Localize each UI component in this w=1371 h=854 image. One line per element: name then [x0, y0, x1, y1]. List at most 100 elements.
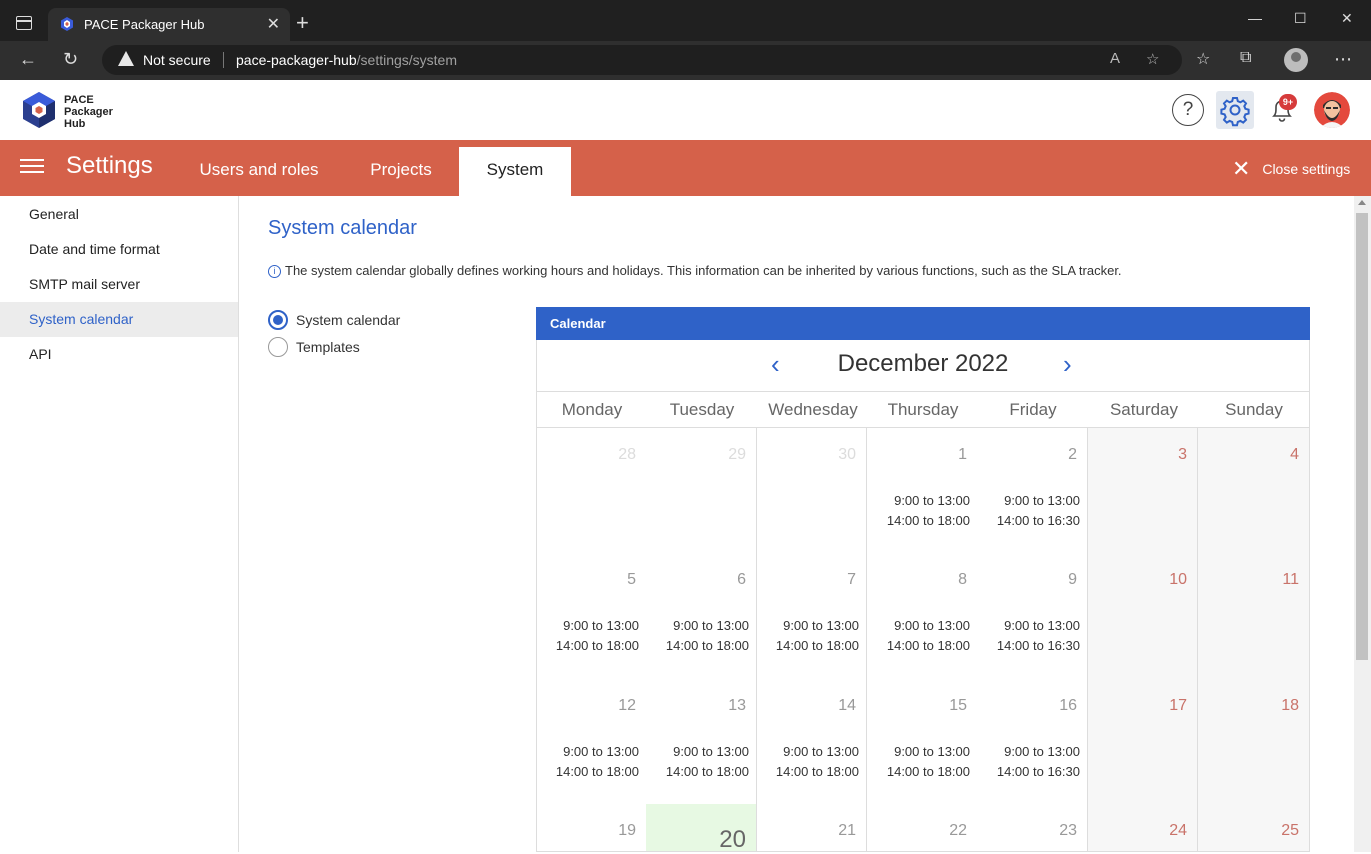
calendar-day-cell[interactable]: 6 9:00 to 13:00 14:00 to 18:00	[646, 553, 757, 680]
favorites-icon[interactable]: ☆	[1196, 49, 1210, 69]
browser-tab-bar: PACE Packager Hub ✕ + — ☐ ✕	[0, 0, 1371, 41]
calendar-day-cell[interactable]: 4	[1198, 428, 1310, 554]
calendar-day-cell[interactable]: 28	[536, 428, 647, 554]
scroll-up-icon[interactable]	[1358, 200, 1366, 205]
sidebar-item-smtp-mail-server[interactable]: SMTP mail server	[0, 267, 238, 302]
avatar[interactable]	[1314, 92, 1350, 128]
weekday-label: Thursday	[887, 400, 959, 419]
add-favorite-icon[interactable]: ☆	[1146, 50, 1159, 68]
working-hours: 9:00 to 13:00 14:00 to 18:00	[666, 616, 749, 656]
minimize-icon[interactable]: —	[1248, 10, 1262, 26]
calendar-day-cell[interactable]: 30	[757, 428, 867, 554]
working-hours-range: 14:00 to 16:30	[996, 764, 1080, 779]
window-close-icon[interactable]: ✕	[1341, 10, 1353, 27]
calendar-day-cell[interactable]: 29	[646, 428, 757, 554]
working-hours-range: 14:00 to 18:00	[775, 638, 859, 653]
calendar-day-cell[interactable]: 18	[1198, 679, 1310, 805]
tab-actions-icon[interactable]	[16, 16, 32, 30]
pace-logo-icon[interactable]	[21, 91, 57, 129]
calendar-day-cell[interactable]: 22	[867, 804, 978, 852]
warning-icon	[118, 51, 134, 66]
working-hours-range: 9:00 to 13:00	[783, 744, 859, 759]
sidebar-item-general[interactable]: General	[0, 197, 238, 232]
reload-icon[interactable]: ↻	[63, 49, 78, 70]
radio-button[interactable]	[268, 337, 288, 357]
working-hours-range: 9:00 to 13:00	[563, 618, 639, 633]
calendar-day-cell[interactable]: 25	[1198, 804, 1310, 852]
calendar-day-cell[interactable]: 7 9:00 to 13:00 14:00 to 18:00	[757, 553, 867, 680]
calendar-day-cell[interactable]: 5 9:00 to 13:00 14:00 to 18:00	[536, 553, 647, 680]
browser-tab[interactable]: PACE Packager Hub ✕	[48, 8, 290, 41]
working-hours-range: 14:00 to 18:00	[665, 764, 749, 779]
browser-profile-icon[interactable]	[1284, 48, 1308, 72]
calendar-day-cell[interactable]: 17	[1088, 679, 1198, 805]
calendar-day-cell[interactable]: 9 9:00 to 13:00 14:00 to 16:30	[977, 553, 1088, 680]
sidebar-item-api[interactable]: API	[0, 337, 238, 372]
calendar-day-number: 15	[949, 697, 967, 714]
more-options-icon[interactable]: ⋯	[1334, 49, 1352, 70]
calendar-day-number: 1	[958, 446, 967, 463]
calendar-day-number: 9	[1068, 571, 1077, 588]
maximize-icon[interactable]: ☐	[1294, 10, 1307, 27]
calendar-day-cell[interactable]: 2 9:00 to 13:00 14:00 to 16:30	[977, 428, 1088, 554]
calendar-day-cell[interactable]: 13 9:00 to 13:00 14:00 to 18:00	[646, 679, 757, 805]
tab-close-icon[interactable]: ✕	[267, 14, 280, 34]
calendar-day-number: 25	[1281, 822, 1299, 839]
tab-system[interactable]: System	[459, 147, 571, 196]
radio-system-calendar[interactable]: System calendar	[268, 310, 400, 330]
url-text[interactable]: pace-packager-hub/settings/system	[236, 52, 457, 68]
help-button[interactable]: ?	[1172, 94, 1204, 126]
tab-users-and-roles[interactable]: Users and roles	[183, 147, 335, 196]
calendar-month-title: December 2022	[837, 350, 1009, 377]
collections-icon[interactable]: ⧉	[1240, 49, 1251, 67]
info-icon: i	[268, 265, 281, 278]
working-hours: 9:00 to 13:00 14:00 to 16:30	[997, 742, 1080, 782]
calendar-day-number: 28	[618, 446, 636, 463]
new-tab-button[interactable]: +	[296, 12, 309, 34]
close-settings-button[interactable]: ✕ Close settings	[1232, 156, 1350, 182]
working-hours-range: 14:00 to 18:00	[886, 638, 970, 653]
calendar-day-number: 17	[1169, 697, 1187, 714]
calendar-day-cell[interactable]: 16 9:00 to 13:00 14:00 to 16:30	[977, 679, 1088, 805]
browser-toolbar: ← ↻ Not secure pace-packager-hub/setting…	[0, 41, 1371, 80]
calendar-day-cell[interactable]: 24	[1088, 804, 1198, 852]
calendar-day-cell[interactable]: 11	[1198, 553, 1310, 680]
calendar-day-cell[interactable]: 19	[536, 804, 647, 852]
calendar-day-cell[interactable]: 1 9:00 to 13:00 14:00 to 18:00	[867, 428, 978, 554]
hamburger-menu-icon[interactable]	[20, 159, 44, 173]
calendar-day-cell[interactable]: 8 9:00 to 13:00 14:00 to 18:00	[867, 553, 978, 680]
working-hours-range: 14:00 to 18:00	[555, 764, 639, 779]
calendar-day-cell[interactable]: 14 9:00 to 13:00 14:00 to 18:00	[757, 679, 867, 805]
calendar-day-number: 23	[1059, 822, 1077, 839]
calendar-day-cell[interactable]: 3	[1088, 428, 1198, 554]
calendar-day-cell[interactable]: 15 9:00 to 13:00 14:00 to 18:00	[867, 679, 978, 805]
calendar-day-cell[interactable]: 23	[977, 804, 1088, 852]
radio-templates[interactable]: Templates	[268, 337, 360, 357]
calendar-day-cell[interactable]: 20	[646, 804, 757, 853]
back-icon[interactable]: ←	[19, 49, 37, 70]
security-status[interactable]: Not secure	[143, 52, 211, 68]
previous-month-icon[interactable]: ‹	[771, 349, 780, 380]
working-hours: 9:00 to 13:00 14:00 to 18:00	[887, 491, 970, 531]
next-month-icon[interactable]: ›	[1063, 349, 1072, 380]
calendar-day-cell[interactable]: 21	[757, 804, 867, 852]
page-scrollbar[interactable]	[1354, 196, 1371, 852]
weekday-label: Saturday	[1109, 400, 1179, 419]
read-aloud-icon[interactable]: A	[1110, 50, 1120, 67]
radio-button-checked[interactable]	[268, 310, 288, 330]
settings-button[interactable]	[1216, 91, 1254, 129]
calendar-day-number: 19	[618, 822, 636, 839]
settings-title: Settings	[66, 152, 153, 179]
sidebar-item-date-time-format[interactable]: Date and time format	[0, 232, 238, 267]
calendar-day-cell[interactable]: 12 9:00 to 13:00 14:00 to 18:00	[536, 679, 647, 805]
settings-bar: Settings Users and roles Projects System…	[0, 140, 1371, 196]
logo-line: Hub	[64, 118, 86, 130]
working-hours: 9:00 to 13:00 14:00 to 18:00	[556, 742, 639, 782]
weekday-label: Monday	[561, 400, 623, 419]
sidebar-item-system-calendar[interactable]: System calendar	[0, 302, 238, 337]
tab-projects[interactable]: Projects	[345, 147, 457, 196]
calendar-day-cell[interactable]: 10	[1088, 553, 1198, 680]
scrollbar-thumb[interactable]	[1356, 213, 1368, 660]
weekday-label: Tuesday	[669, 400, 735, 419]
address-bar[interactable]: Not secure pace-packager-hub/settings/sy…	[102, 45, 1182, 75]
